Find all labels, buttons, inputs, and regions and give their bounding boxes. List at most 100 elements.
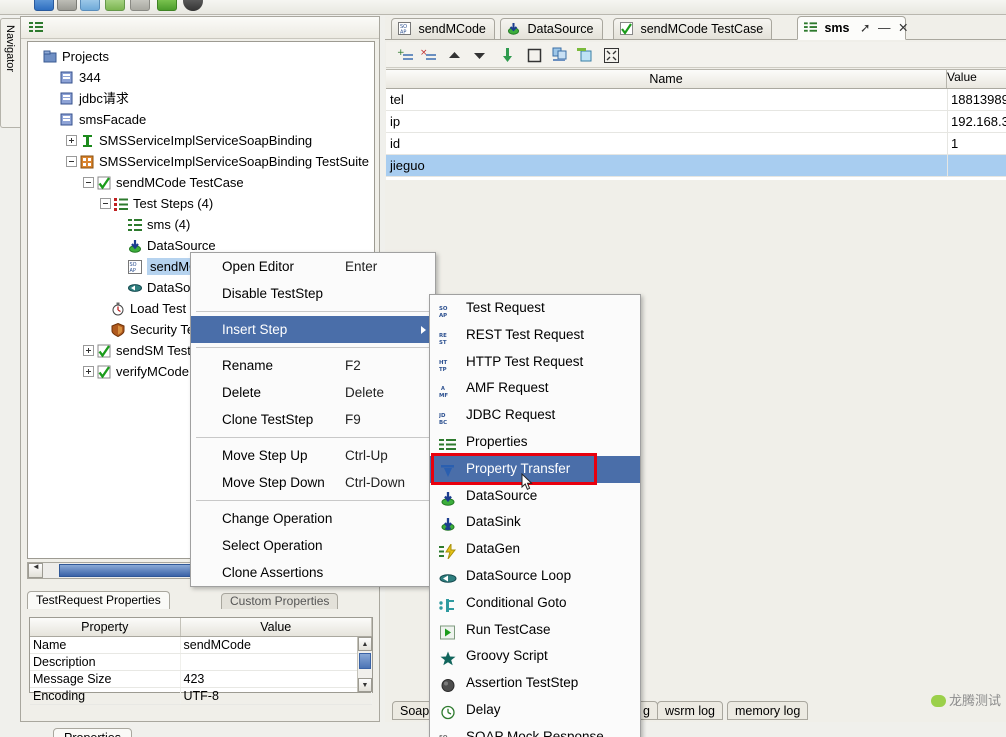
tree-node[interactable]: sms (4)	[28, 214, 374, 235]
editor-tabbar[interactable]: SO AP sendMCode DataSource sendMCode Tes…	[385, 16, 1006, 40]
editor-tab-datasource[interactable]: DataSource	[500, 18, 603, 40]
tree-node[interactable]: 344	[28, 67, 374, 88]
grid-cell-value[interactable]: 192.168.3	[951, 111, 1006, 133]
grid-cell-name[interactable]: ip	[390, 111, 400, 133]
column-header-value[interactable]: Value	[180, 618, 372, 637]
property-value-cell[interactable]: UTF-8	[180, 687, 372, 705]
table-row[interactable]: Message Size 423	[30, 670, 372, 688]
move-up-icon[interactable]	[446, 47, 463, 64]
submenu-item-amf-request[interactable]: A MF AMF Request	[430, 375, 640, 402]
toolbar-icon-export[interactable]	[130, 0, 150, 11]
submenu-item-datasink[interactable]: DataSink	[430, 509, 640, 536]
submenu-item-rest-test-request[interactable]: RE ST REST Test Request	[430, 322, 640, 349]
table-row[interactable]: id 1	[386, 133, 1006, 155]
menu-item-select-operation[interactable]: Select Operation	[191, 532, 435, 559]
tree-node[interactable]: jdbc请求	[28, 88, 374, 109]
submenu-item-datasource-loop[interactable]: DataSource Loop	[430, 563, 640, 590]
teststep-context-menu[interactable]: Open Editor Enter Disable TestStep Insert S…	[190, 252, 436, 587]
navigator-tab[interactable]: Navigator	[0, 18, 20, 128]
main-toolbar[interactable]	[0, 0, 1006, 15]
table-row[interactable]: ip 192.168.3	[386, 111, 1006, 133]
tab-pin-icon[interactable]: ➚	[860, 21, 870, 35]
menu-item-rename[interactable]: Rename F2	[191, 352, 435, 379]
copy-icon[interactable]	[551, 47, 568, 64]
tab-close-icon[interactable]: ✕	[898, 21, 908, 35]
grid-cell-name[interactable]: id	[390, 133, 400, 155]
table-row[interactable]: jieguo	[386, 155, 1006, 177]
menu-item-delete[interactable]: Delete Delete	[191, 379, 435, 406]
editor-tab-sendmcode-testcase[interactable]: sendMCode TestCase	[613, 18, 773, 40]
submenu-item-conditional-goto[interactable]: Conditional Goto	[430, 590, 640, 617]
tab-properties-bottom[interactable]: Properties	[53, 728, 132, 737]
tree-node[interactable]: Projects	[28, 46, 374, 67]
menu-item-clone-assertions[interactable]: Clone Assertions	[191, 559, 435, 586]
submenu-item-soap-mock-response[interactable]: SOAP SOAP Mock Response	[430, 724, 640, 737]
tree-expander[interactable]	[83, 345, 94, 356]
submenu-item-datasource[interactable]: DataSource	[430, 483, 640, 510]
property-value-cell[interactable]	[180, 653, 372, 671]
log-tab-wsrm[interactable]: wsrm log	[657, 701, 724, 720]
table-row[interactable]: Encoding UTF-8	[30, 687, 372, 705]
property-value-cell[interactable]: sendMCode	[180, 636, 372, 654]
tree-node[interactable]: sendMCode TestCase	[28, 172, 374, 193]
toolbar-icon-forms[interactable]	[157, 0, 177, 11]
grid-cell-name[interactable]: jieguo	[390, 155, 425, 177]
tree-expander[interactable]	[66, 135, 77, 146]
expand-icon[interactable]	[603, 47, 620, 64]
tree-collapser[interactable]	[83, 177, 94, 188]
tree-node[interactable]: SMSServiceImplServiceSoapBinding TestSui…	[28, 151, 374, 172]
add-property-icon[interactable]: +	[397, 47, 414, 64]
log-tab-memory[interactable]: memory log	[727, 701, 809, 720]
submenu-item-delay[interactable]: Delay	[430, 697, 640, 724]
toolbar-icon-open[interactable]	[57, 0, 77, 11]
scroll-thumb[interactable]	[359, 653, 371, 669]
tree-node[interactable]: smsFacade	[28, 109, 374, 130]
menu-item-clone-teststep[interactable]: Clone TestStep F9	[191, 406, 435, 433]
scroll-down-button[interactable]: ▼	[358, 678, 372, 692]
tab-custom-properties[interactable]: Custom Properties	[221, 593, 339, 609]
properties-tabs[interactable]: TestRequest Properties Custom Properties	[27, 591, 375, 609]
grid-cell-name[interactable]: tel	[390, 89, 404, 111]
table-row[interactable]: Name sendMCode	[30, 636, 372, 654]
toolbar-icon-help[interactable]	[183, 0, 203, 11]
submenu-item-test-request[interactable]: SO AP Test Request	[430, 295, 640, 322]
tree-collapser[interactable]	[66, 156, 77, 167]
navigator-toolbar[interactable]	[21, 17, 379, 39]
tree-collapser[interactable]	[100, 198, 111, 209]
tab-minimize-icon[interactable]: —	[878, 21, 891, 35]
editor-tab-sendmcode[interactable]: SO AP sendMCode	[391, 18, 495, 40]
scroll-up-button[interactable]: ▲	[358, 637, 372, 651]
menu-item-disable-teststep[interactable]: Disable TestStep	[191, 280, 435, 307]
remove-property-icon[interactable]: ×	[420, 47, 437, 64]
tree-node[interactable]: Test Steps (4)	[28, 193, 374, 214]
submenu-item-properties[interactable]: Properties	[430, 429, 640, 456]
property-value-cell[interactable]: 423	[180, 670, 372, 688]
list-icon[interactable]	[29, 22, 43, 33]
clear-icon[interactable]	[526, 47, 543, 64]
sms-properties-toolbar[interactable]: + ×	[386, 42, 1006, 68]
properties-vertical-scrollbar[interactable]: ▲ ▼	[357, 637, 372, 692]
column-header-property[interactable]: Property	[30, 618, 181, 637]
move-down-icon[interactable]	[471, 47, 488, 64]
submenu-item-groovy-script[interactable]: Groovy Script	[430, 643, 640, 670]
column-header-value[interactable]: Value	[947, 70, 1006, 88]
submenu-item-datagen[interactable]: DataGen	[430, 536, 640, 563]
rename-icon[interactable]	[576, 47, 593, 64]
submenu-item-property-transfer[interactable]: Property Transfer	[430, 455, 640, 483]
submenu-item-run-testcase[interactable]: Run TestCase	[430, 617, 640, 644]
sort-icon[interactable]	[499, 47, 516, 64]
column-header-name[interactable]: Name	[386, 70, 947, 88]
menu-item-open-editor[interactable]: Open Editor Enter	[191, 253, 435, 280]
submenu-item-assertion-teststep[interactable]: Assertion TestStep	[430, 670, 640, 697]
table-row[interactable]: Description	[30, 653, 372, 671]
grid-cell-value[interactable]: 18813989	[951, 89, 1006, 111]
menu-item-change-operation[interactable]: Change Operation	[191, 505, 435, 532]
table-row[interactable]: tel 18813989	[386, 89, 1006, 111]
tree-node[interactable]: SMSServiceImplServiceSoapBinding	[28, 130, 374, 151]
menu-item-move-step-down[interactable]: Move Step Down Ctrl-Down	[191, 469, 435, 496]
toolbar-icon-import[interactable]	[105, 0, 125, 11]
submenu-item-http-test-request[interactable]: HT TP HTTP Test Request	[430, 349, 640, 376]
insert-step-submenu[interactable]: SO AP Test Request RE ST REST Test Request HT T…	[429, 294, 641, 737]
tree-expander[interactable]	[83, 366, 94, 377]
toolbar-icon-new[interactable]	[34, 0, 54, 11]
